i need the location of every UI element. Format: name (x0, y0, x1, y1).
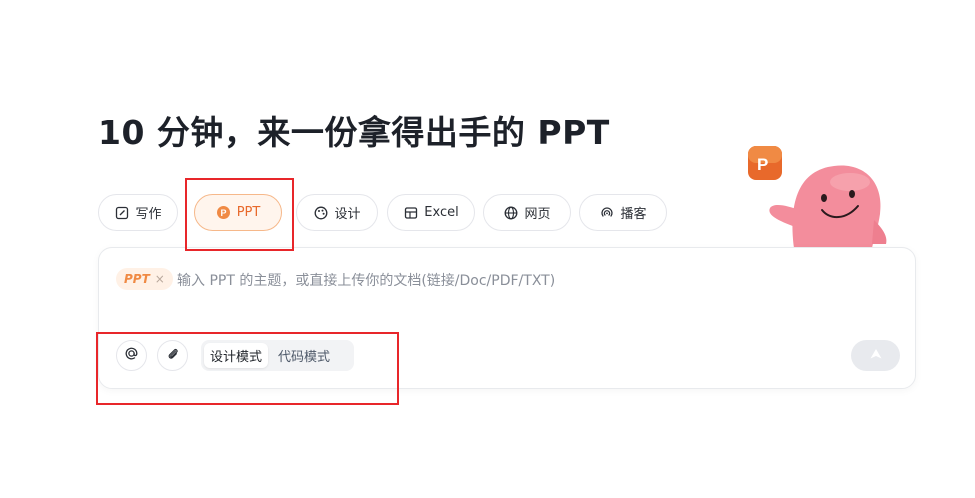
tab-label: 播客 (620, 207, 647, 222)
chip-close-icon[interactable]: × (155, 272, 165, 286)
page: 10 分钟，来一份拿得出手的 PPT P 写作 P PPT 设计 Excel 网… (0, 0, 975, 498)
tab-podcast[interactable]: 播客 (579, 194, 667, 231)
palette-icon (313, 205, 328, 220)
svg-text:P: P (220, 208, 226, 218)
attach-button[interactable] (157, 340, 188, 371)
tab-ppt[interactable]: P PPT (194, 194, 282, 231)
paperclip-icon (165, 346, 180, 365)
podcast-icon (599, 205, 614, 220)
tab-design[interactable]: 设计 (296, 194, 378, 231)
table-icon (403, 205, 418, 220)
tab-label: 设计 (334, 207, 361, 222)
tab-label: 网页 (524, 207, 551, 222)
mode-toggle: 设计模式 代码模式 (201, 340, 354, 371)
send-button[interactable] (851, 340, 900, 371)
globe-icon (503, 205, 518, 220)
svg-text:P: P (757, 155, 768, 174)
tab-write[interactable]: 写作 (98, 194, 178, 231)
powerpoint-icon: P (216, 205, 231, 220)
tab-web[interactable]: 网页 (483, 194, 571, 231)
code-mode-option[interactable]: 代码模式 (272, 343, 336, 368)
tab-excel[interactable]: Excel (387, 194, 475, 231)
pen-icon (114, 205, 129, 220)
tab-label: Excel (424, 205, 459, 220)
tab-label: PPT (236, 205, 261, 220)
tab-label: 写作 (135, 207, 162, 222)
at-icon (124, 346, 139, 365)
prompt-input[interactable]: 输入 PPT 的主题，或直接上传你的文档(链接/Doc/PDF/TXT) (177, 270, 555, 290)
chip-label: PPT (124, 272, 150, 286)
send-icon (869, 346, 883, 365)
ppt-mode-chip[interactable]: PPT × (116, 268, 173, 290)
design-mode-option[interactable]: 设计模式 (204, 343, 269, 368)
page-title: 10 分钟，来一份拿得出手的 PPT (98, 113, 610, 152)
mention-button[interactable] (116, 340, 147, 371)
powerpoint-logo-icon: P (748, 146, 782, 180)
mascot-illustration: P (748, 146, 887, 248)
prompt-panel: PPT × 输入 PPT 的主题，或直接上传你的文档(链接/Doc/PDF/TX… (98, 247, 916, 389)
